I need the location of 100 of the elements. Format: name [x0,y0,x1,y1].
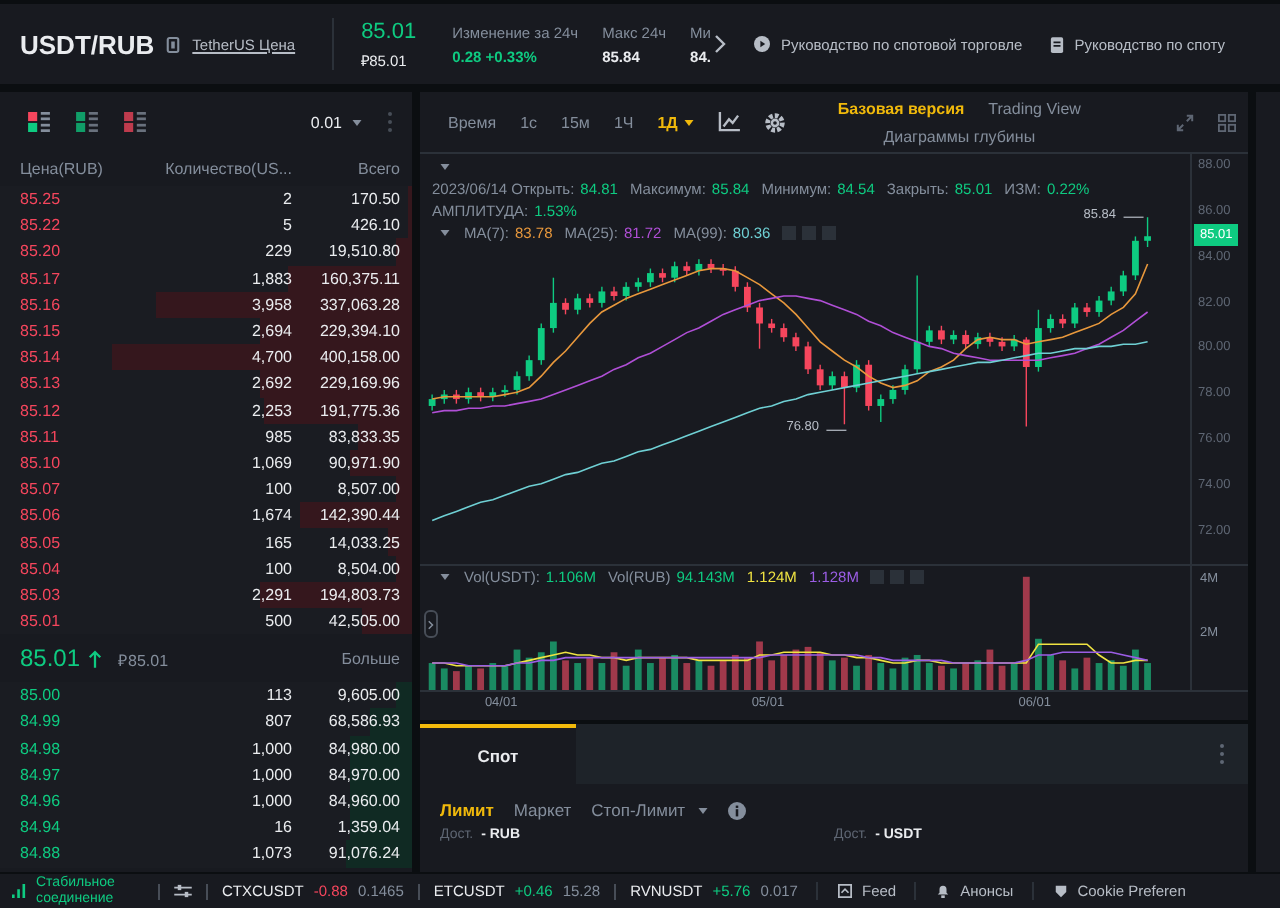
ask-price: 85.07 [20,480,63,499]
settings-icon[interactable] [763,111,786,133]
candle [804,341,812,375]
ask-price: 85.10 [20,453,63,472]
chart-view-tab[interactable]: Диаграммы глубины [883,127,1036,145]
bid-total: 84,970.00 [326,765,400,784]
ask-total: 8,504.00 [335,559,400,578]
collapse-icon[interactable] [440,574,450,580]
candle [1022,336,1030,428]
layout-icon[interactable] [124,112,146,132]
candle [610,286,618,302]
candle [1083,302,1091,318]
order-type-tab[interactable]: Стоп-Лимит [591,800,708,820]
shield-icon[interactable] [1053,884,1068,898]
bid-amount: 1,000 [249,739,292,758]
candle [913,274,921,375]
ask-amount: 1,883 [249,269,292,288]
candle [501,384,509,398]
bid-total: 1,359.04 [335,818,400,837]
ask-price: 85.17 [20,269,63,288]
candle [1010,334,1018,352]
bell-icon[interactable] [936,884,951,898]
candle [1144,216,1151,248]
caret-icon[interactable] [683,119,694,125]
interval-tab[interactable]: 1Д [657,113,678,131]
ask-total: 170.50 [349,190,400,209]
candle [634,277,642,293]
candle [1132,235,1139,281]
candle [938,325,945,345]
play-icon[interactable] [754,36,771,52]
candle [719,263,727,277]
spot-tab[interactable]: Спот [420,724,576,784]
ask-total: 229,394.10 [317,322,400,341]
ask-amount: 5 [281,216,292,235]
bid-amount: 16 [272,818,292,837]
candle [1095,295,1103,318]
layout-icon[interactable] [28,112,50,132]
candle [1047,313,1054,334]
ask-price: 85.12 [20,401,63,420]
layout-icon[interactable] [76,112,98,132]
bid-total: 68,586.93 [326,712,400,731]
bid-price: 84.88 [20,844,63,863]
collapse-icon[interactable] [440,164,450,170]
grid-icon[interactable] [1218,113,1236,131]
expand-side-button[interactable] [424,610,438,638]
pair-title: USDT/RUB [20,29,155,59]
ask-price: 85.16 [20,295,63,314]
precision-dropdown[interactable]: 0.01 [310,113,342,131]
ask-total: 42,505.00 [326,612,400,631]
ask-price: 85.25 [20,190,63,209]
ask-amount: 4,700 [249,348,292,367]
candle [877,393,885,423]
more-link[interactable]: Больше [341,649,400,668]
mid-price: 85.01 [20,644,81,673]
last-price: 85.01 [361,19,417,43]
chart-view-tab[interactable]: Trading View [988,99,1081,117]
chart-view-tab[interactable]: Базовая версия [837,99,965,117]
interval-tab[interactable]: Время [448,113,497,131]
bid-price: 84.98 [20,739,63,758]
candle [489,386,497,403]
candle [659,267,666,283]
collapse-icon[interactable] [440,230,450,236]
chevron-icon[interactable] [428,619,434,629]
candle [598,286,606,309]
caret-icon[interactable] [697,807,708,813]
expand-icon[interactable] [1176,113,1194,131]
document-icon[interactable] [1050,35,1065,53]
candle [744,281,751,313]
candle [695,258,703,277]
ask-total: 160,375.11 [319,269,400,288]
candle [841,370,848,425]
info-icon[interactable] [166,35,181,53]
feed-icon[interactable] [837,884,852,898]
order-type-tab[interactable]: Маркет [513,800,572,820]
candle [1107,286,1115,306]
order-type-tab[interactable]: Лимит [440,800,494,820]
interval-tab[interactable]: 1с [520,113,538,131]
ask-amount: 2,291 [249,585,292,604]
bid-price: 84.96 [20,792,63,811]
ask-total: 229,169.96 [317,374,400,393]
mid-price-rub: ₽85.01 [118,649,169,670]
ask-price: 85.22 [20,216,63,235]
caret-icon[interactable] [352,119,362,125]
candle [889,384,897,405]
interval-tab[interactable]: 1Ч [613,113,634,131]
candle [816,364,824,391]
ask-price: 85.03 [20,585,63,604]
candle [550,277,557,334]
candle [865,359,873,412]
bid-price: 84.99 [20,712,63,731]
interval-tab[interactable]: 15м [561,113,590,131]
candle [998,336,1006,352]
indicator-icon[interactable] [717,112,740,132]
sliders-icon[interactable] [174,884,192,898]
info-icon[interactable] [727,801,746,819]
bid-total: 9,605.00 [335,686,400,705]
chevron-icon[interactable] [714,34,727,54]
ask-amount: 500 [263,612,292,631]
bid-total: 91,076.24 [326,844,400,863]
candle [792,331,800,352]
